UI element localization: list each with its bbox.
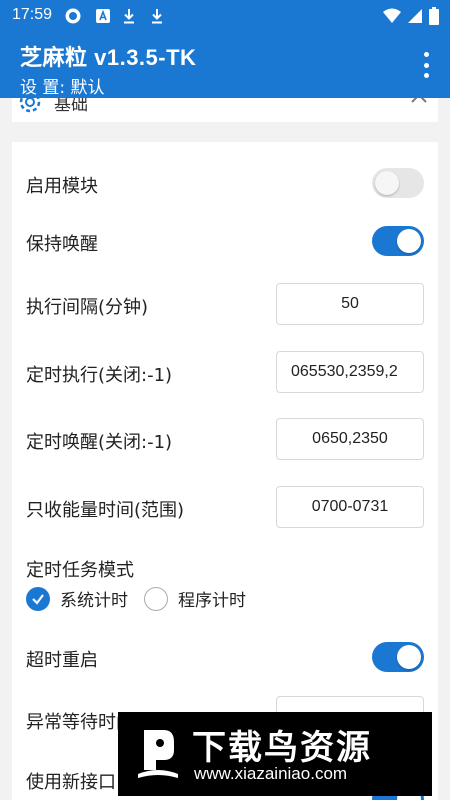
keep-awake-label: 保持唤醒	[26, 234, 98, 255]
app-bar: 17:59 芝麻粒 v1.3.5-TK 设 置: 默认	[0, 0, 450, 98]
collect-time-label: 只收能量时间(范围)	[26, 500, 185, 521]
download-icon-2	[152, 9, 162, 24]
toggle-knob	[397, 229, 421, 253]
app-subtitle: 设 置: 默认	[20, 78, 105, 98]
keyboard-a-icon	[96, 9, 110, 23]
menu-dot	[423, 52, 429, 57]
status-bar: 17:59	[0, 0, 450, 32]
interval-input[interactable]: 50	[276, 283, 424, 325]
record-icon	[65, 8, 81, 24]
interval-label: 执行间隔(分钟)	[26, 297, 149, 318]
watermark-title: 下载鸟资源	[192, 728, 372, 768]
section-title: 基础	[54, 98, 88, 115]
watermark-banner: 下载鸟资源 www.xiazainiao.com	[118, 712, 432, 796]
new-api-label: 使用新接口	[26, 772, 116, 793]
menu-dot	[423, 73, 429, 78]
timeout-restart-toggle[interactable]	[372, 642, 424, 672]
keep-awake-toggle[interactable]	[372, 226, 424, 256]
status-indicators	[382, 7, 440, 25]
bird-logo-icon	[138, 730, 178, 778]
timer-mode-label: 定时任务模式	[26, 560, 134, 581]
section-header-basic[interactable]: 基础	[12, 98, 438, 122]
radio-system-timer[interactable]	[26, 586, 50, 611]
toggle-knob	[397, 645, 421, 669]
wifi-icon	[383, 8, 401, 23]
enable-module-label: 启用模块	[26, 176, 98, 197]
timer-mode-radio-group: 系统计时 程序计时	[26, 586, 262, 611]
battery-icon	[429, 7, 439, 25]
timed-exec-input[interactable]: 065530,2359,2	[276, 351, 424, 393]
timed-wake-input[interactable]: 0650,2350	[276, 418, 424, 460]
toggle-knob	[375, 171, 399, 195]
collect-time-input[interactable]: 0700-0731	[276, 486, 424, 528]
enable-module-toggle[interactable]	[372, 168, 424, 198]
radio-system-timer-label[interactable]: 系统计时	[60, 586, 128, 611]
download-icon	[124, 9, 134, 24]
radio-program-timer-label[interactable]: 程序计时	[178, 586, 246, 611]
timed-wake-label: 定时唤醒(关闭:-1)	[26, 432, 173, 453]
menu-dot	[423, 62, 429, 68]
timeout-restart-label: 超时重启	[26, 650, 98, 671]
timed-exec-label: 定时执行(关闭:-1)	[26, 365, 173, 386]
check-icon	[32, 593, 44, 605]
gear-icon	[19, 98, 41, 113]
radio-program-timer[interactable]	[144, 586, 168, 611]
watermark-url: www.xiazainiao.com	[194, 764, 348, 783]
status-time: 17:59	[12, 6, 53, 23]
chevron-up-icon[interactable]	[408, 98, 430, 110]
signal-icon	[408, 9, 422, 23]
overflow-menu-button[interactable]	[416, 52, 436, 78]
app-title: 芝麻粒 v1.3.5-TK	[20, 45, 197, 70]
